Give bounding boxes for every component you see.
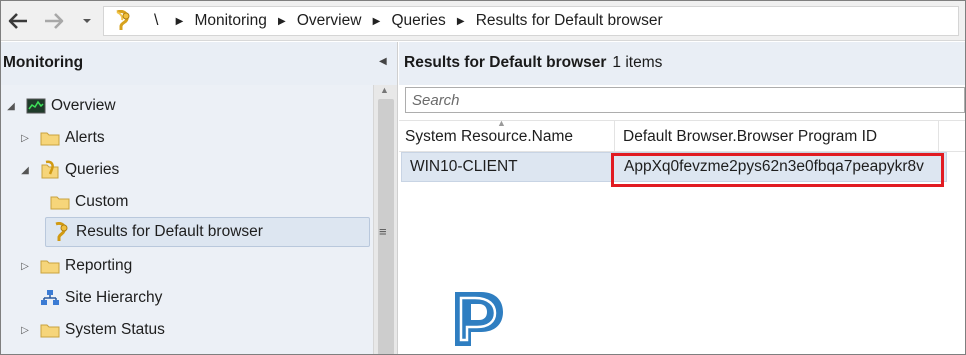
breadcrumb-monitoring[interactable]: Monitoring bbox=[190, 12, 270, 30]
tree-item-alerts[interactable]: ▷ Alerts bbox=[17, 123, 105, 153]
folder-icon bbox=[39, 256, 61, 276]
tree-item-system-status[interactable]: ▷ System Status bbox=[17, 315, 165, 345]
forward-arrow-icon bbox=[45, 13, 64, 29]
navigation-pane-header: Monitoring ◀ bbox=[1, 42, 397, 85]
tree-scrollbar[interactable]: ▲ bbox=[373, 85, 397, 354]
watermark-logo bbox=[441, 288, 513, 350]
navigation-pane: Monitoring ◀ ◢ Overview ▷ Alerts ◢ Queri… bbox=[1, 42, 398, 354]
console-root-icon[interactable] bbox=[112, 10, 134, 32]
tree-item-label: Alerts bbox=[65, 129, 105, 146]
tree-item-custom[interactable]: Custom bbox=[49, 187, 128, 217]
search-input[interactable] bbox=[412, 91, 964, 109]
cell-system-resource-name: WIN10-CLIENT bbox=[410, 158, 518, 175]
collapse-pane-icon[interactable]: ◀ bbox=[379, 56, 387, 67]
breadcrumb-root[interactable]: \ bbox=[144, 12, 168, 30]
folder-icon bbox=[39, 320, 61, 340]
splitter-grip-icon[interactable]: ≡ bbox=[379, 225, 387, 238]
scroll-up-icon[interactable]: ▲ bbox=[380, 85, 389, 95]
console-window: \ ▶ Monitoring ▶ Overview ▶ Queries ▶ Re… bbox=[0, 0, 966, 355]
grid-header: ▲ System Resource.Name Default Browser.B… bbox=[399, 118, 965, 153]
breadcrumb-results[interactable]: Results for Default browser bbox=[472, 12, 667, 30]
tree-item-label: Custom bbox=[75, 193, 129, 210]
history-dropdown-button[interactable] bbox=[77, 7, 97, 35]
breadcrumb-separator-icon[interactable]: ▶ bbox=[271, 16, 293, 27]
column-header-system-resource-name[interactable]: System Resource.Name bbox=[399, 121, 615, 153]
chevron-down-icon bbox=[83, 19, 91, 23]
expanded-arrow-icon[interactable]: ◢ bbox=[3, 101, 19, 112]
column-header-browser-program-id[interactable]: Default Browser.Browser Program ID bbox=[615, 121, 939, 153]
address-bar: \ ▶ Monitoring ▶ Overview ▶ Queries ▶ Re… bbox=[1, 1, 965, 41]
results-count: 1 items bbox=[612, 54, 663, 71]
back-arrow-icon bbox=[8, 13, 27, 29]
breadcrumb-queries[interactable]: Queries bbox=[387, 12, 449, 30]
results-title: Results for Default browser 1 items bbox=[404, 54, 662, 72]
tree-item-label: System Status bbox=[65, 321, 165, 338]
navigation-tree: ◢ Overview ▷ Alerts ◢ Queries Custom Res… bbox=[1, 85, 373, 354]
results-pane-header: Results for Default browser 1 items bbox=[399, 42, 965, 85]
collapsed-arrow-icon[interactable]: ▷ bbox=[17, 325, 33, 336]
tree-item-label: Reporting bbox=[65, 257, 133, 274]
tree-item-label: Results for Default browser bbox=[76, 223, 263, 240]
monitor-chart-icon bbox=[25, 96, 47, 116]
query-folder-icon bbox=[39, 160, 61, 180]
tree-item-queries[interactable]: ◢ Queries bbox=[17, 155, 119, 185]
breadcrumb: \ ▶ Monitoring ▶ Overview ▶ Queries ▶ Re… bbox=[103, 6, 959, 36]
tree-item-site-hierarchy[interactable]: Site Hierarchy bbox=[17, 283, 162, 313]
navigation-pane-title: Monitoring bbox=[3, 54, 84, 71]
tree-item-label: Queries bbox=[65, 161, 120, 178]
folder-icon bbox=[49, 192, 71, 212]
tree-item-label: Site Hierarchy bbox=[65, 289, 163, 306]
query-result-icon bbox=[50, 222, 72, 242]
tree-item-results-default-browser[interactable]: Results for Default browser bbox=[45, 217, 370, 247]
breadcrumb-separator-icon[interactable]: ▶ bbox=[365, 16, 387, 27]
highlight-box bbox=[611, 153, 944, 187]
breadcrumb-separator-icon[interactable]: ▶ bbox=[450, 16, 472, 27]
expanded-arrow-icon[interactable]: ◢ bbox=[17, 165, 33, 176]
back-button[interactable] bbox=[3, 7, 33, 35]
search-box[interactable] bbox=[405, 87, 965, 113]
collapsed-arrow-icon[interactable]: ▷ bbox=[17, 133, 33, 144]
collapsed-arrow-icon[interactable]: ▷ bbox=[17, 261, 33, 272]
site-hierarchy-icon bbox=[39, 288, 61, 308]
results-title-text: Results for Default browser bbox=[404, 54, 607, 71]
tree-item-overview[interactable]: ◢ Overview bbox=[3, 91, 116, 121]
forward-button[interactable] bbox=[39, 7, 69, 35]
tree-item-label: Overview bbox=[51, 97, 116, 114]
breadcrumb-overview[interactable]: Overview bbox=[293, 12, 366, 30]
tree-item-reporting[interactable]: ▷ Reporting bbox=[17, 251, 132, 281]
folder-icon bbox=[39, 128, 61, 148]
breadcrumb-separator-icon[interactable]: ▶ bbox=[168, 16, 190, 27]
